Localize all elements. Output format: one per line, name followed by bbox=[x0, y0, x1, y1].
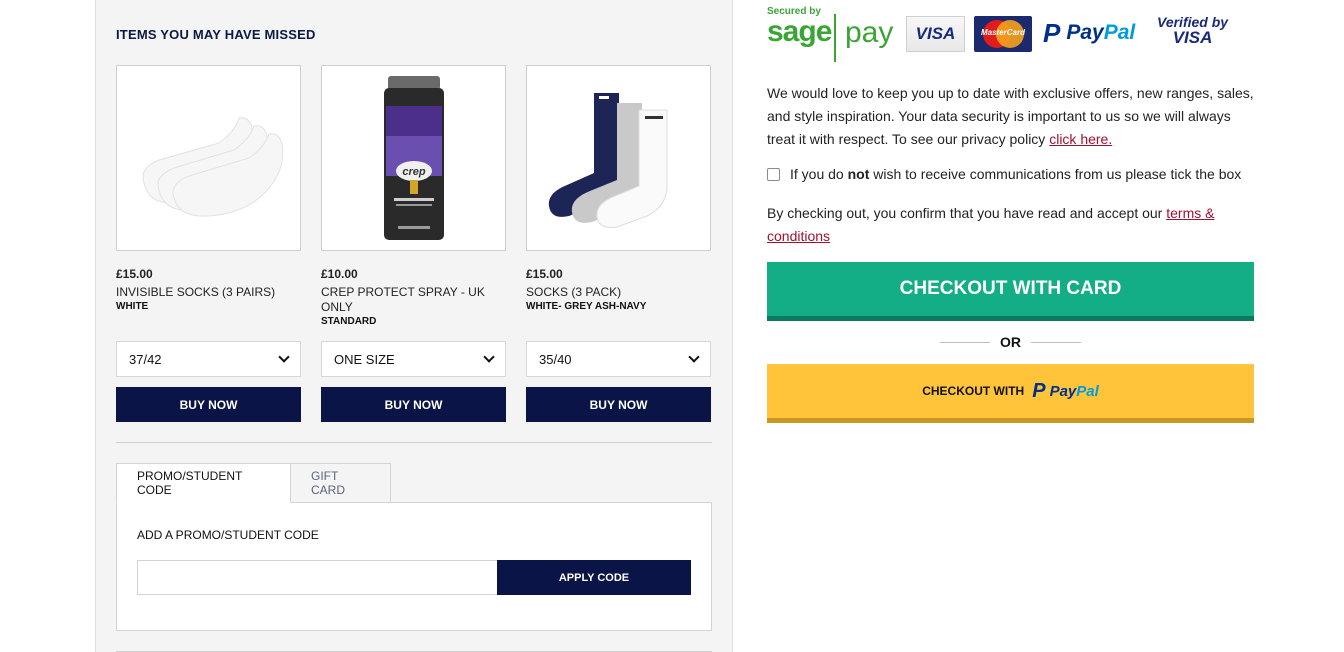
buy-now-button[interactable]: BUY NOW bbox=[321, 387, 506, 422]
optout-label: If you do not wish to receive communicat… bbox=[790, 166, 1242, 182]
product-name[interactable]: INVISIBLE SOCKS (3 PAIRS) bbox=[116, 285, 301, 300]
size-select-value: ONE SIZE bbox=[334, 351, 395, 367]
paypal-p-icon: P bbox=[1032, 380, 1046, 402]
section-divider bbox=[116, 442, 712, 443]
terms-text: By checking out, you confirm that you ha… bbox=[767, 205, 1215, 244]
paypal-button-label: CHECKOUT WITH bbox=[922, 384, 1025, 398]
product-image[interactable] bbox=[116, 65, 301, 251]
promo-label: ADD A PROMO/STUDENT CODE bbox=[137, 528, 319, 542]
paypal-p-icon: P bbox=[1043, 18, 1061, 48]
or-separator: OR bbox=[767, 332, 1254, 352]
sage-pay-logo: Secured by sage bbox=[767, 6, 832, 48]
marketing-text: We would love to keep you up to date wit… bbox=[767, 85, 1254, 147]
checkout-with-card-button[interactable]: CHECKOUT WITH CARD bbox=[767, 262, 1254, 321]
chevron-down-icon bbox=[278, 351, 290, 363]
chevron-down-icon bbox=[483, 351, 495, 363]
product-price: £10.00 bbox=[321, 267, 358, 281]
checkout-with-paypal-button[interactable]: CHECKOUT WITH P PayPal bbox=[767, 364, 1254, 423]
size-select-value: 35/40 bbox=[539, 351, 572, 367]
socks-pack-image bbox=[548, 93, 667, 228]
mastercard-logo: MasterCard bbox=[974, 16, 1032, 52]
apply-code-button[interactable]: APPLY CODE bbox=[497, 560, 691, 595]
sage-pay-word: pay bbox=[845, 16, 894, 49]
or-text: OR bbox=[1000, 334, 1021, 350]
paypal-logo: P PayPal bbox=[1043, 18, 1136, 48]
size-select[interactable]: 37/42 bbox=[116, 341, 301, 377]
chevron-down-icon bbox=[688, 351, 700, 363]
product-variant: STANDARD bbox=[321, 316, 377, 327]
payment-logos: Secured by sage pay VISA MasterCard P Pa… bbox=[767, 4, 1254, 64]
product-card-invisible-socks: £15.00 INVISIBLE SOCKS (3 PAIRS) WHITE 3… bbox=[116, 65, 301, 422]
product-name[interactable]: CREP PROTECT SPRAY - UK ONLY bbox=[321, 285, 506, 315]
tab-promo-student-code[interactable]: PROMO/STUDENT CODE bbox=[116, 463, 291, 503]
svg-text:crep: crep bbox=[402, 166, 426, 178]
size-select[interactable]: ONE SIZE bbox=[321, 341, 506, 377]
privacy-policy-link[interactable]: click here. bbox=[1049, 131, 1112, 147]
optout-checkbox[interactable] bbox=[767, 167, 780, 181]
product-variant: WHITE- GREY ASH-NAVY bbox=[526, 301, 647, 312]
invisible-socks-image bbox=[142, 117, 283, 217]
product-card-crep-spray: crep £10.00 CREP PROTECT SPRAY - UK ONLY… bbox=[321, 65, 506, 422]
buy-now-button[interactable]: BUY NOW bbox=[116, 387, 301, 422]
section-title: ITEMS YOU MAY HAVE MISSED bbox=[116, 27, 316, 42]
size-select-value: 37/42 bbox=[129, 351, 162, 367]
sage-divider bbox=[834, 14, 836, 62]
optout-row: If you do not wish to receive communicat… bbox=[767, 166, 1254, 182]
items-panel: ITEMS YOU MAY HAVE MISSED £15.00 INVISIB… bbox=[95, 0, 733, 652]
product-price: £15.00 bbox=[526, 267, 563, 281]
sage-word: sage bbox=[767, 15, 832, 48]
buy-now-button[interactable]: BUY NOW bbox=[526, 387, 711, 422]
promo-code-input[interactable] bbox=[137, 560, 498, 595]
product-card-socks-3-pack: £15.00 SOCKS (3 PACK) WHITE- GREY ASH-NA… bbox=[526, 65, 711, 422]
tab-gift-card[interactable]: GIFT CARD bbox=[290, 463, 391, 503]
verified-visa-text: VISA bbox=[1172, 28, 1213, 47]
product-image[interactable]: crep bbox=[321, 65, 506, 251]
product-variant: WHITE bbox=[116, 301, 149, 312]
product-name[interactable]: SOCKS (3 PACK) bbox=[526, 285, 711, 300]
product-image[interactable] bbox=[526, 65, 711, 251]
promo-tabs: PROMO/STUDENT CODE GIFT CARD bbox=[116, 463, 391, 503]
mastercard-text: MasterCard bbox=[980, 28, 1025, 37]
visa-logo: VISA bbox=[906, 16, 965, 52]
size-select[interactable]: 35/40 bbox=[526, 341, 711, 377]
promo-panel: ADD A PROMO/STUDENT CODE APPLY CODE bbox=[116, 502, 712, 631]
product-price: £15.00 bbox=[116, 267, 153, 281]
verified-by-visa-logo: Verified by VISA bbox=[1157, 14, 1228, 46]
spray-can-image: crep bbox=[383, 75, 444, 240]
